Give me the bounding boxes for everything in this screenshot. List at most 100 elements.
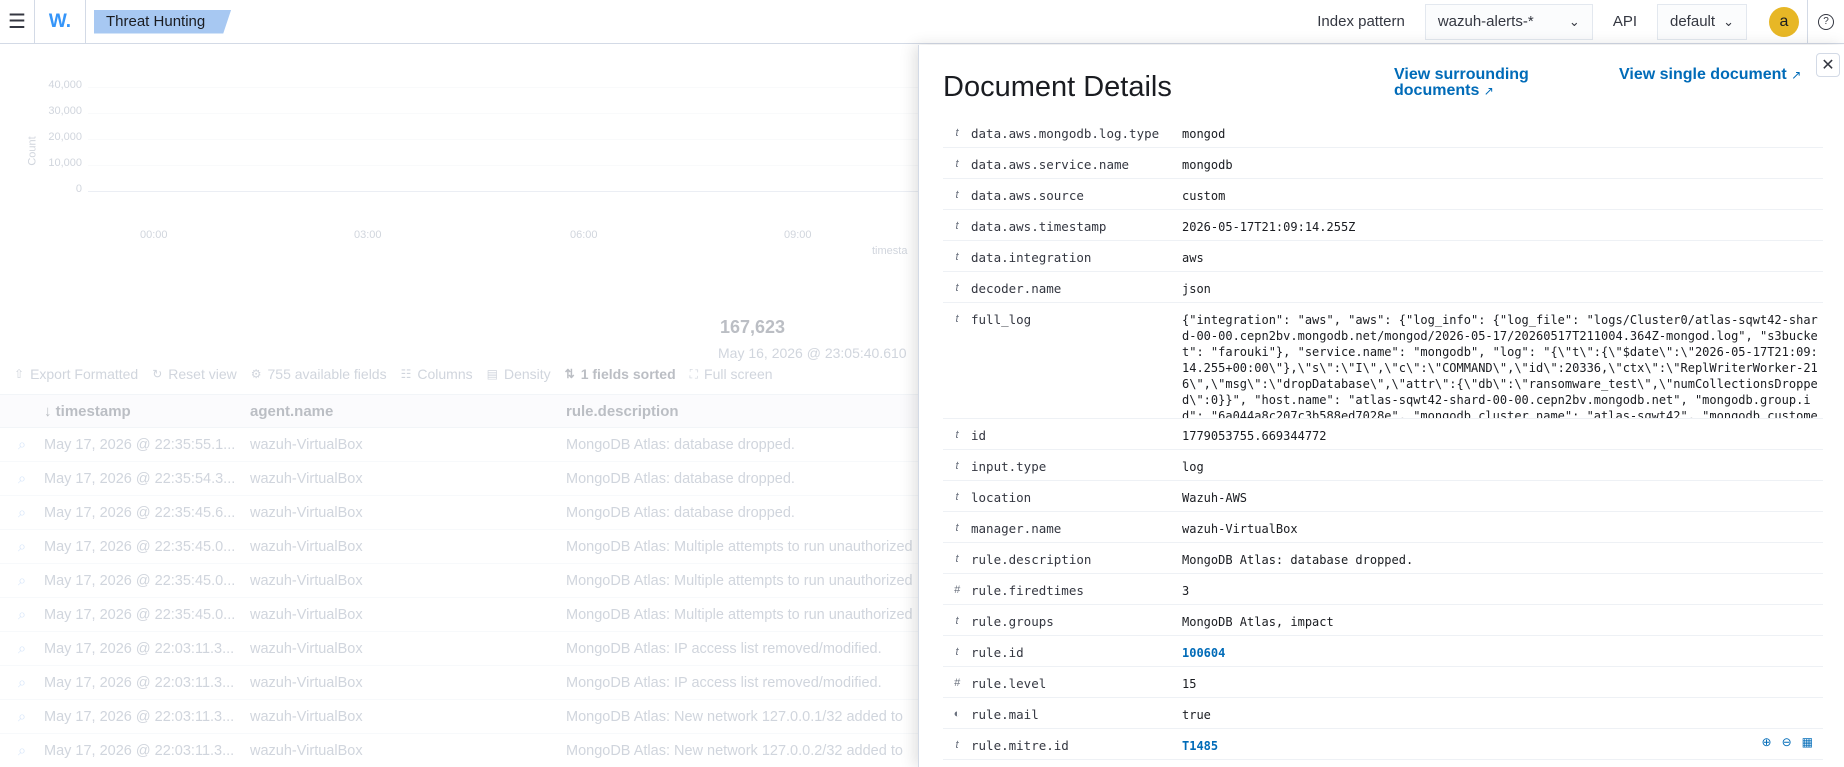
sort-icon: ⇅ [564, 367, 575, 381]
view-single-document-link[interactable]: View single document ↗ [1619, 67, 1801, 83]
cell-timestamp: May 17, 2026 @ 22:35:55.1... [44, 436, 236, 453]
inspect-document-icon[interactable]: ⌕ [0, 539, 44, 555]
field-type-icon: t [955, 460, 959, 472]
table-row[interactable]: ⌕ May 17, 2026 @ 22:03:11.3... wazuh-Virtu… [0, 734, 918, 767]
field-row[interactable]: t data.integration aws [943, 241, 1823, 272]
export-formatted-button[interactable]: ⇧ Export Formatted [14, 366, 138, 382]
field-row[interactable]: t data.aws.timestamp 2026-05-17T21:09:14.2… [943, 210, 1823, 241]
column-header-agent-name[interactable]: agent.name [248, 403, 566, 420]
y-tick: 40,000 [48, 79, 82, 91]
field-row[interactable]: t rule.id 100604 [943, 636, 1823, 667]
columns-button[interactable]: ☷ Columns [401, 366, 473, 382]
external-link-icon: ↗ [1483, 84, 1494, 98]
fullscreen-icon: ⛶ [689, 366, 699, 381]
inspect-document-icon[interactable]: ⌕ [0, 675, 44, 691]
field-type-icon: t [955, 739, 959, 751]
field-value[interactable]: 100604 [1182, 636, 1823, 666]
inspect-document-icon[interactable]: ⌕ [0, 641, 44, 657]
field-name: rule.mitre.id [971, 738, 1069, 753]
user-avatar[interactable]: a [1769, 6, 1799, 37]
available-fields-button[interactable]: ⚙ 755 available fields [251, 366, 387, 382]
close-icon[interactable]: ✕ [1816, 53, 1840, 77]
api-select[interactable]: default ⌄ [1657, 3, 1747, 40]
cell-timestamp: May 17, 2026 @ 22:35:54.3... [44, 470, 236, 487]
inspect-document-icon[interactable]: ⌕ [0, 573, 44, 589]
hamburger-menu-icon[interactable]: ☰ [0, 0, 34, 44]
inspect-document-icon[interactable]: ⌕ [0, 505, 44, 521]
columns-icon: ☷ [400, 367, 412, 381]
field-row[interactable]: t data.aws.service.name mongodb [943, 148, 1823, 179]
column-header-rule-description[interactable]: rule.description [566, 403, 918, 420]
field-actions: ⊕ ⊖ ▦ [1752, 735, 1813, 749]
table-row[interactable]: ⌕ May 17, 2026 @ 22:03:11.3... wazuh-Virtu… [0, 666, 918, 700]
field-row[interactable]: t rule.groups MongoDB Atlas, impact [943, 605, 1823, 636]
table-row[interactable]: ⌕ May 17, 2026 @ 22:35:55.1... wazuh-Virtu… [0, 428, 918, 462]
table-row[interactable]: ⌕ May 17, 2026 @ 22:03:11.3... wazuh-Virtu… [0, 632, 918, 666]
inspect-document-icon[interactable]: ⌕ [0, 437, 44, 453]
chevron-down-icon: ⌄ [1723, 13, 1734, 29]
table-row[interactable]: ⌕ May 17, 2026 @ 22:35:45.0... wazuh-Virtu… [0, 564, 918, 598]
table-row[interactable]: ⌕ May 17, 2026 @ 22:35:45.0... wazuh-Virtu… [0, 530, 918, 564]
field-value: 1779053755.669344772 [1182, 429, 1327, 443]
field-row[interactable]: t data.aws.source custom [943, 179, 1823, 210]
field-row[interactable]: t location Wazuh-AWS [943, 481, 1823, 512]
date-range: May 16, 2026 @ 23:05:40.610 [718, 345, 907, 361]
view-surrounding-documents-link[interactable]: View surrounding documents ↗ [1394, 67, 1584, 99]
field-row[interactable]: t id 1779053755.669344772 [943, 419, 1823, 450]
sort-button[interactable]: ⇅ 1 fields sorted [565, 366, 676, 382]
field-type-icon: # [953, 677, 961, 689]
filter-out-value-icon[interactable]: ⊖ [1782, 735, 1792, 749]
density-button[interactable]: ▤ Density [487, 366, 551, 382]
index-pattern-label: Index pattern [1317, 13, 1405, 30]
table-row[interactable]: ⌕ May 17, 2026 @ 22:35:54.3... wazuh-Virtu… [0, 462, 918, 496]
field-row[interactable]: # rule.level 15 [943, 667, 1823, 698]
field-type-icon: t [955, 522, 959, 534]
field-row[interactable]: t full_log {"integration": "aws", "aws": {… [943, 303, 1823, 419]
field-type-icon: ◐ [953, 708, 961, 720]
divider [85, 0, 86, 44]
full-screen-button[interactable]: ⛶ Full screen [690, 366, 773, 382]
column-header-timestamp[interactable]: ↓ timestamp [44, 403, 248, 420]
field-type-icon: t [955, 313, 959, 325]
wazuh-logo[interactable]: W. [35, 0, 85, 44]
fields-icon: ⚙ [250, 367, 262, 381]
reset-view-button[interactable]: ↻ Reset view [152, 366, 237, 382]
cell-timestamp: May 17, 2026 @ 22:03:11.3... [44, 742, 235, 759]
inspect-document-icon[interactable]: ⌕ [0, 709, 44, 725]
filter-for-value-icon[interactable]: ⊕ [1762, 735, 1772, 749]
inspect-document-icon[interactable]: ⌕ [0, 743, 44, 759]
logo-text: W. [48, 10, 72, 32]
divider [1807, 0, 1808, 44]
field-row[interactable]: t rule.description MongoDB Atlas: database… [943, 543, 1823, 574]
chart-x-axis-label: timesta [872, 245, 908, 257]
field-row[interactable]: t manager.name wazuh-VirtualBox [943, 512, 1823, 543]
index-pattern-select[interactable]: wazuh-alerts-* ⌄ [1424, 3, 1593, 40]
help-icon[interactable]: ? [1818, 13, 1834, 30]
cell-agent-name: wazuh-VirtualBox [250, 436, 363, 453]
toggle-column-icon[interactable]: ▦ [1802, 735, 1813, 749]
field-name: id [971, 428, 987, 443]
grid-toolbar: ⇧ Export Formatted ↻ Reset view ⚙ 755 avail… [0, 363, 773, 385]
external-link-icon: ↗ [1791, 68, 1802, 82]
field-value: Wazuh-AWS [1182, 491, 1248, 505]
table-row[interactable]: ⌕ May 17, 2026 @ 22:03:11.3... wazuh-Virtu… [0, 700, 918, 734]
cell-timestamp: May 17, 2026 @ 22:03:11.3... [44, 640, 235, 657]
field-row[interactable]: t rule.mitre.id T1485 ⊕ ⊖ ▦ [943, 729, 1823, 760]
field-value: 3 [1182, 584, 1190, 598]
inspect-document-icon[interactable]: ⌕ [0, 471, 44, 487]
cell-rule-description: MongoDB Atlas: Multiple attempts to run … [566, 572, 913, 589]
field-row[interactable]: t decoder.name json [943, 272, 1823, 303]
table-row[interactable]: ⌕ May 17, 2026 @ 22:35:45.6... wazuh-Virtu… [0, 496, 918, 530]
field-row[interactable]: ◐ rule.mail true [943, 698, 1823, 729]
field-value[interactable]: T1485 [1182, 729, 1823, 759]
field-row[interactable]: t input.type log [943, 450, 1823, 481]
field-row[interactable]: t data.aws.mongodb.log.type mongod [943, 117, 1823, 148]
inspect-document-icon[interactable]: ⌕ [0, 607, 44, 623]
breadcrumb-threat-hunting[interactable]: Threat Hunting [94, 10, 231, 34]
field-type-icon: t [955, 429, 959, 441]
field-row[interactable]: # rule.firedtimes 3 [943, 574, 1823, 605]
table-row[interactable]: ⌕ May 17, 2026 @ 22:35:45.0... wazuh-Virtu… [0, 598, 918, 632]
cell-agent-name: wazuh-VirtualBox [250, 606, 363, 623]
field-name: data.aws.mongodb.log.type [971, 126, 1160, 141]
field-type-icon: t [955, 158, 959, 170]
